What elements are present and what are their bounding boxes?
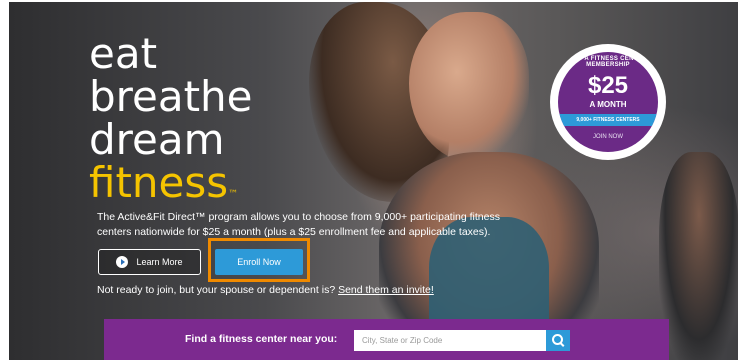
promo-text: The Active&Fit Direct™ program allows yo… bbox=[97, 211, 500, 238]
headline-trademark: ™ bbox=[228, 189, 239, 200]
hero-photo-background-runner bbox=[659, 152, 738, 360]
enroll-now-button[interactable]: Enroll Now bbox=[215, 249, 303, 275]
hero-headline: eat breathe dream fitness™ bbox=[89, 32, 253, 216]
badge-strip: 9,000+ FITNESS CENTERS bbox=[558, 114, 658, 126]
hero-photo-face bbox=[409, 12, 529, 162]
learn-more-button[interactable]: Learn More bbox=[98, 249, 201, 275]
headline-line-fitness: fitness™ bbox=[89, 161, 253, 216]
learn-more-label: Learn More bbox=[136, 257, 183, 267]
badge-circle: GET A FITNESS CENTER MEMBERSHIP $25 A MO… bbox=[558, 52, 658, 152]
search-button[interactable] bbox=[546, 330, 570, 351]
location-search-input[interactable] bbox=[354, 330, 546, 351]
hero-banner: eat breathe dream fitness™ The Active&Fi… bbox=[9, 2, 738, 360]
headline-line-breathe: breathe bbox=[89, 72, 253, 121]
badge-join-now[interactable]: JOIN NOW bbox=[558, 134, 658, 140]
search-icon bbox=[551, 334, 563, 345]
badge-arc-text: GET A FITNESS CENTER MEMBERSHIP bbox=[569, 56, 647, 68]
enroll-now-label: Enroll Now bbox=[237, 257, 281, 267]
headline-line-eat: eat bbox=[89, 29, 158, 78]
spouse-invite-text: Not ready to join, but your spouse or de… bbox=[97, 284, 434, 296]
play-icon bbox=[116, 256, 129, 268]
badge-period: A MONTH bbox=[589, 100, 627, 109]
send-invite-link[interactable]: Send them an invite! bbox=[338, 284, 434, 296]
membership-badge[interactable]: GET A FITNESS CENTER MEMBERSHIP $25 A MO… bbox=[550, 44, 666, 160]
badge-price: $25 bbox=[587, 72, 629, 99]
spouse-invite-prefix: Not ready to join, but your spouse or de… bbox=[97, 284, 336, 296]
find-center-bar: Find a fitness center near you: bbox=[104, 319, 669, 360]
find-center-label: Find a fitness center near you: bbox=[185, 333, 338, 345]
headline-line-dream: dream bbox=[89, 115, 225, 164]
headline-fitness-word: fitness bbox=[89, 158, 229, 207]
